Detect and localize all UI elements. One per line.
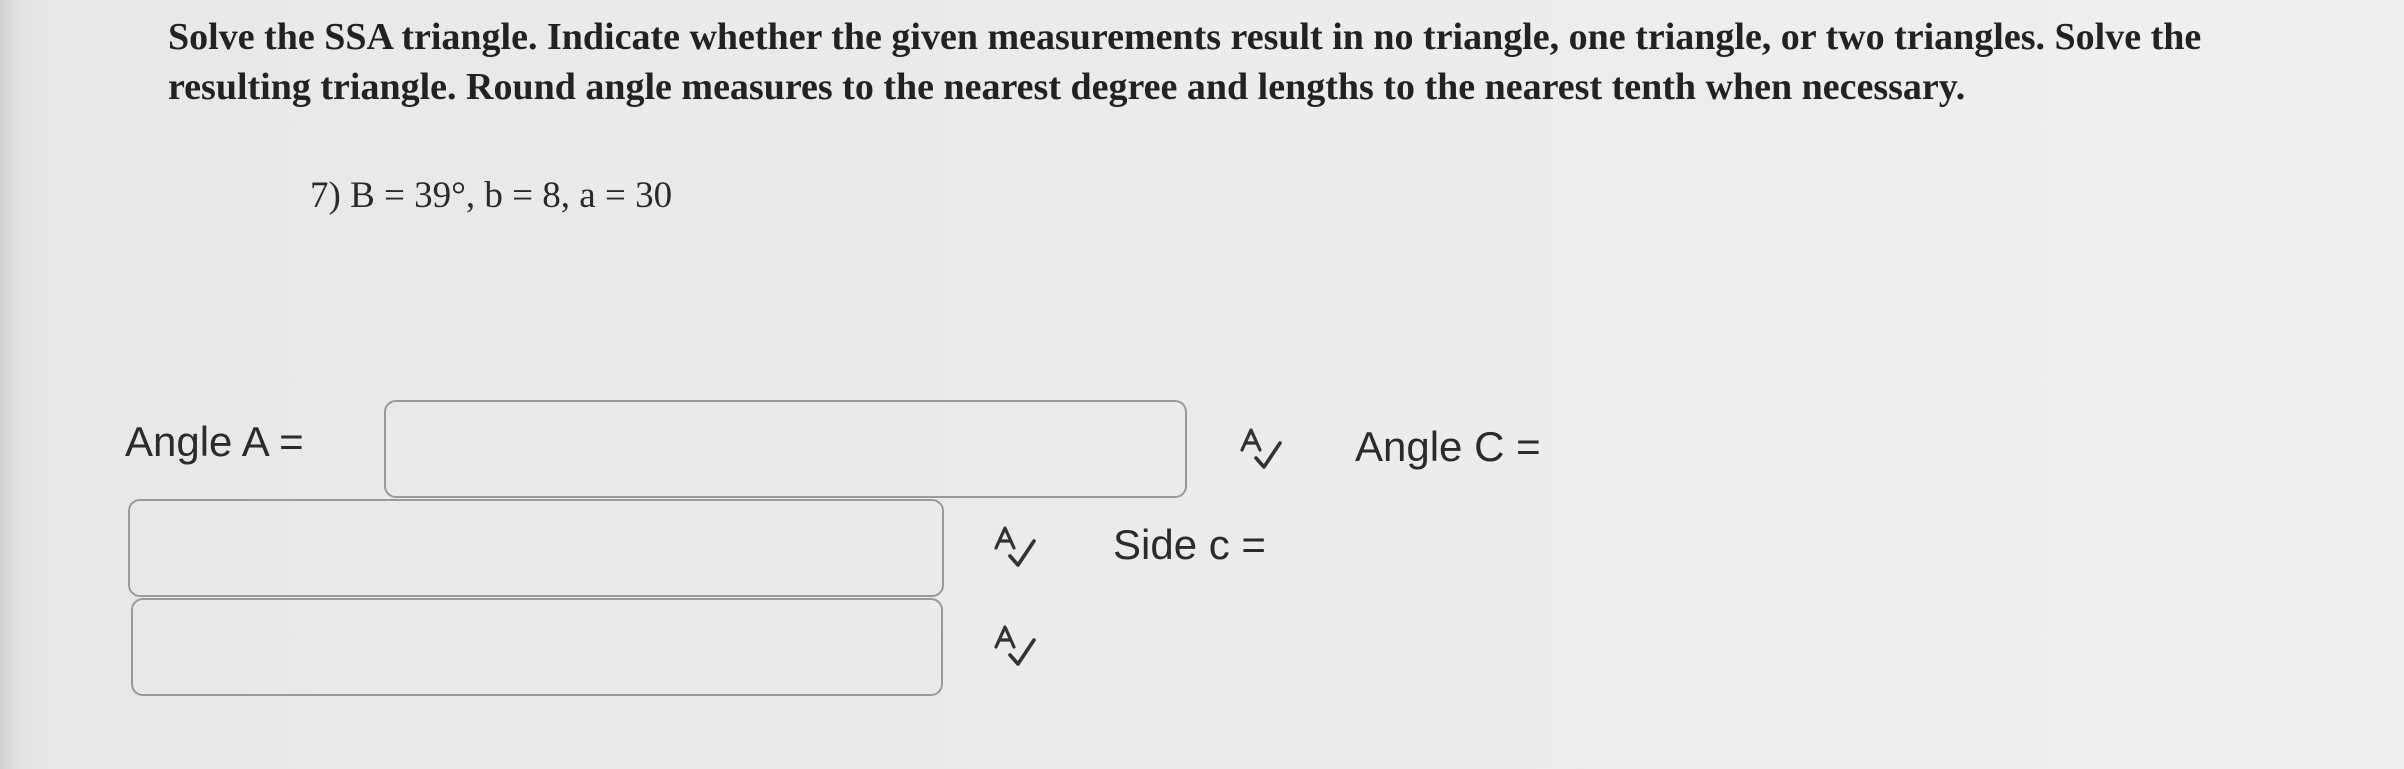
spellcheck-icon[interactable] xyxy=(990,526,1040,570)
angle-a-label: Angle A = xyxy=(125,418,304,465)
side-c-label: Side c = xyxy=(1113,521,1266,568)
angle-c-input[interactable] xyxy=(128,499,944,597)
side-c-input[interactable] xyxy=(131,598,943,696)
spellcheck-icon[interactable] xyxy=(1236,428,1286,472)
spellcheck-icon[interactable] xyxy=(990,625,1040,669)
worksheet-page: Solve the SSA triangle. Indicate whether… xyxy=(0,0,2404,769)
angle-c-label: Angle C = xyxy=(1355,423,1541,470)
instructions-text: Solve the SSA triangle. Indicate whether… xyxy=(168,16,2202,108)
problem-statement: 7) B = 39°, b = 8, a = 30 xyxy=(310,175,673,216)
angle-a-input[interactable] xyxy=(384,400,1187,498)
